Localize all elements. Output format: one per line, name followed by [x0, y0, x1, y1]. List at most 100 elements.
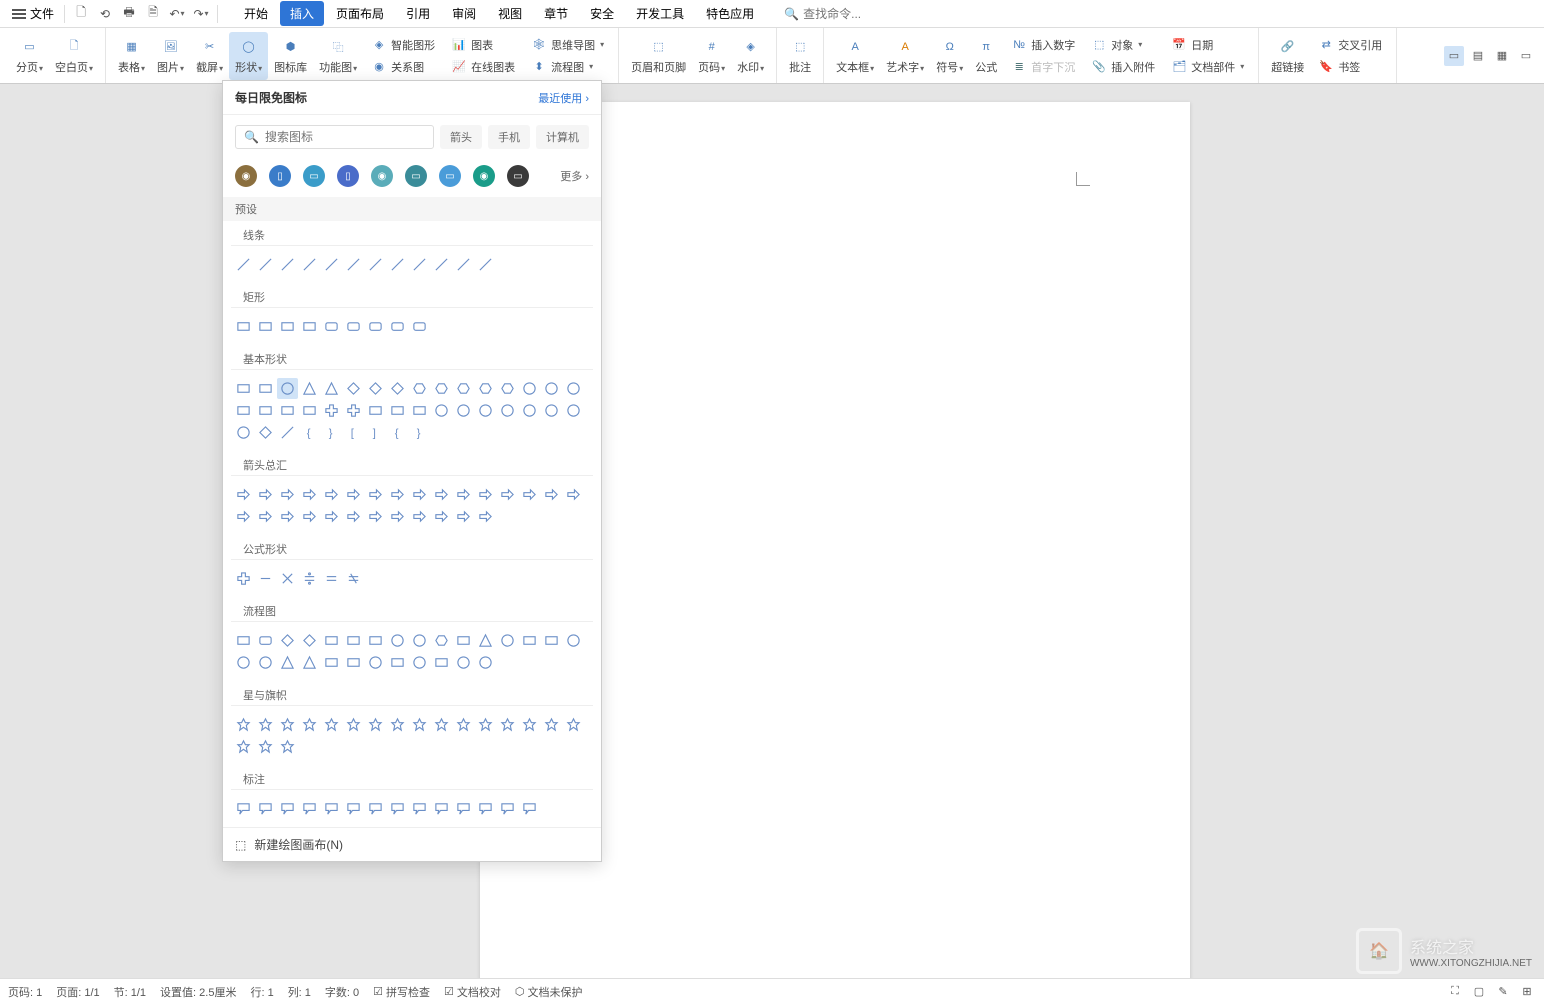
shape-item[interactable]	[233, 568, 254, 589]
shape-item[interactable]	[277, 400, 298, 421]
insertnum-button[interactable]: №插入数字	[1007, 35, 1079, 55]
shape-item[interactable]	[299, 400, 320, 421]
shape-item[interactable]	[299, 652, 320, 673]
shape-item[interactable]	[365, 714, 386, 735]
shape-item[interactable]	[475, 798, 496, 819]
shape-item[interactable]	[299, 316, 320, 337]
shape-item[interactable]	[255, 316, 276, 337]
shape-item[interactable]	[431, 378, 452, 399]
tab-insert[interactable]: 插入	[280, 1, 324, 26]
undo-icon[interactable]: ↶▾	[169, 6, 185, 22]
shape-item[interactable]	[343, 316, 364, 337]
paging-button[interactable]: ▭分页▾	[10, 32, 49, 80]
icon-search[interactable]: 🔍	[235, 125, 434, 149]
shape-item[interactable]	[299, 568, 320, 589]
shape-item[interactable]	[387, 378, 408, 399]
textbox-button[interactable]: A文本框▾	[830, 32, 880, 80]
shape-item[interactable]	[453, 506, 474, 527]
command-search-input[interactable]	[803, 7, 883, 21]
shape-item[interactable]	[233, 506, 254, 527]
shape-item[interactable]	[277, 484, 298, 505]
shape-item[interactable]	[255, 736, 276, 757]
shape-item[interactable]	[497, 798, 518, 819]
comment-button[interactable]: ⬚批注	[783, 32, 817, 80]
icon-search-input[interactable]	[265, 130, 425, 144]
status-page[interactable]: 页面: 1/1	[56, 984, 99, 1000]
shape-item[interactable]	[431, 484, 452, 505]
docparts-button[interactable]: 🗂文档部件▾	[1167, 57, 1248, 77]
date-button[interactable]: 📅日期	[1167, 35, 1248, 55]
tab-section[interactable]: 章节	[534, 1, 578, 26]
status-spell[interactable]: ☑ 拼写检查	[373, 984, 430, 1000]
featured-icon[interactable]: ◉	[235, 165, 257, 187]
status-col[interactable]: 列: 1	[288, 984, 311, 1000]
shape-item[interactable]	[343, 630, 364, 651]
shape-item[interactable]	[453, 652, 474, 673]
featured-icon[interactable]: ▯	[337, 165, 359, 187]
tag-computer[interactable]: 计算机	[536, 125, 589, 149]
shape-item[interactable]	[233, 736, 254, 757]
shape-item[interactable]	[299, 378, 320, 399]
shape-item[interactable]	[233, 714, 254, 735]
status-row[interactable]: 行: 1	[250, 984, 273, 1000]
shape-item[interactable]	[321, 714, 342, 735]
shape-item[interactable]	[453, 714, 474, 735]
shape-item[interactable]	[453, 798, 474, 819]
file-menu[interactable]: 文件	[6, 5, 60, 22]
equation-button[interactable]: π公式	[969, 32, 1003, 80]
shape-item[interactable]	[409, 400, 430, 421]
shape-item[interactable]	[277, 568, 298, 589]
tab-reference[interactable]: 引用	[396, 1, 440, 26]
shape-item[interactable]	[519, 378, 540, 399]
featured-icon[interactable]: ▯	[269, 165, 291, 187]
shape-item[interactable]: {	[299, 422, 320, 443]
iconlib-button[interactable]: ⬢图标库	[268, 32, 313, 80]
status-proof[interactable]: ☑ 文档校对	[444, 984, 501, 1000]
shape-item[interactable]	[277, 506, 298, 527]
shape-item[interactable]	[299, 714, 320, 735]
shape-item[interactable]	[497, 630, 518, 651]
shape-item[interactable]	[343, 506, 364, 527]
shape-item[interactable]	[343, 798, 364, 819]
shape-item[interactable]	[497, 378, 518, 399]
tag-phone[interactable]: 手机	[488, 125, 530, 149]
shape-item[interactable]	[343, 484, 364, 505]
view-outline-icon[interactable]: ▤	[1468, 46, 1488, 66]
shape-item[interactable]	[343, 400, 364, 421]
shape-item[interactable]: {	[387, 422, 408, 443]
status-protect[interactable]: ⬡ 文档未保护	[515, 984, 583, 1000]
shape-item[interactable]	[321, 652, 342, 673]
shape-item[interactable]	[321, 316, 342, 337]
status-pagenum[interactable]: 页码: 1	[8, 984, 42, 1000]
crossref-button[interactable]: ⇄交叉引用	[1314, 35, 1386, 55]
shape-item[interactable]	[255, 422, 276, 443]
shape-item[interactable]	[431, 798, 452, 819]
shape-item[interactable]	[343, 652, 364, 673]
shape-item[interactable]	[409, 714, 430, 735]
shape-item[interactable]	[409, 254, 430, 275]
shape-item[interactable]	[277, 378, 298, 399]
shape-item[interactable]	[475, 484, 496, 505]
status-section[interactable]: 节: 1/1	[114, 984, 146, 1000]
shape-item[interactable]	[563, 484, 584, 505]
more-icons-link[interactable]: 更多 ›	[560, 168, 589, 184]
tab-home[interactable]: 开始	[234, 1, 278, 26]
shape-item[interactable]	[255, 630, 276, 651]
shape-item[interactable]	[321, 400, 342, 421]
shape-item[interactable]	[387, 254, 408, 275]
export-icon[interactable]: 🗎	[145, 6, 161, 22]
flowchart-button[interactable]: ⬍流程图▾	[527, 57, 608, 77]
symbol-button[interactable]: Ω符号▾	[930, 32, 969, 80]
shape-item[interactable]	[431, 714, 452, 735]
shape-item[interactable]	[365, 254, 386, 275]
screenshot-button[interactable]: ✂截屏▾	[190, 32, 229, 80]
save-icon[interactable]: 🗋	[73, 6, 89, 22]
table-button[interactable]: ▦表格▾	[112, 32, 151, 80]
shape-item[interactable]	[233, 652, 254, 673]
shape-item[interactable]: ]	[365, 422, 386, 443]
shape-item[interactable]	[321, 630, 342, 651]
shape-item[interactable]	[233, 316, 254, 337]
shape-item[interactable]	[233, 484, 254, 505]
print-preview-icon[interactable]: ⟲	[97, 6, 113, 22]
featured-icon[interactable]: ◉	[473, 165, 495, 187]
